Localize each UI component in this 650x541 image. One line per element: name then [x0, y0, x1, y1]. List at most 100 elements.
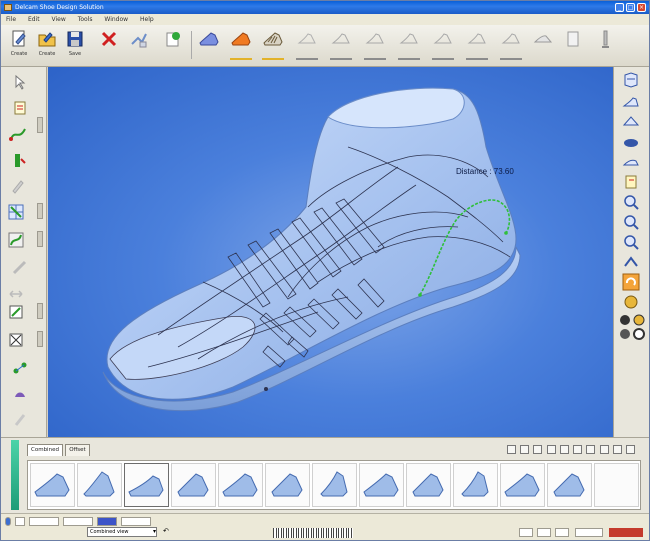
thumbnail[interactable]: [171, 463, 216, 507]
menu-file[interactable]: File: [1, 14, 21, 25]
view-mode-dropdown[interactable]: Combined view: [87, 527, 157, 537]
view-bottom-button[interactable]: [622, 153, 640, 171]
left-toolbar: [1, 67, 47, 437]
transform-button[interactable]: [125, 28, 153, 62]
shoe-view-9-button[interactable]: [463, 28, 491, 62]
node-tool-button[interactable]: [11, 359, 29, 377]
save-button-label: Save: [68, 51, 82, 57]
view-top-button[interactable]: [622, 113, 640, 131]
shoe-view-10-button[interactable]: [497, 28, 525, 62]
thumbnail-empty[interactable]: [594, 463, 639, 507]
undo-icon[interactable]: ↶: [163, 527, 173, 537]
shoe-view-1-button[interactable]: [195, 28, 223, 62]
panel-tool-7-icon[interactable]: [586, 445, 596, 454]
thumbnail[interactable]: [500, 463, 545, 507]
panel-tool-9-icon[interactable]: [612, 445, 622, 454]
panel-tool-3-icon[interactable]: [533, 445, 543, 454]
thumbnail[interactable]: [453, 463, 498, 507]
pencil-button[interactable]: [591, 28, 619, 62]
menu-view[interactable]: View: [47, 14, 71, 25]
view-tag-button[interactable]: [622, 173, 640, 191]
delete-x-icon: [101, 31, 117, 47]
new-sheet-button[interactable]: [11, 99, 29, 117]
spinner[interactable]: [37, 231, 43, 247]
thumbnail[interactable]: [265, 463, 310, 507]
menu-edit[interactable]: Edit: [23, 14, 45, 25]
zoom-fit-button[interactable]: [622, 233, 640, 251]
spinner[interactable]: [37, 303, 43, 319]
view-side-button[interactable]: [622, 93, 640, 111]
curve-edit-icon: [8, 232, 24, 248]
panel-tool-8-icon[interactable]: [599, 445, 609, 454]
curve-tool-button[interactable]: [9, 125, 27, 143]
minimize-button[interactable]: _: [615, 3, 624, 12]
view-iso-button[interactable]: [622, 133, 640, 151]
menu-help[interactable]: Help: [135, 14, 159, 25]
shoe-view-3-button[interactable]: [259, 28, 287, 62]
shoe-view-7-button[interactable]: [395, 28, 423, 62]
vertical-line-icon: [15, 154, 26, 167]
curve-edit-button[interactable]: [7, 231, 25, 249]
panel-tool-10-icon[interactable]: [626, 445, 635, 454]
thumbnail[interactable]: [312, 463, 357, 507]
refresh-button[interactable]: [159, 28, 187, 62]
tab-combined[interactable]: Combined: [27, 444, 63, 456]
shade-d-button[interactable]: [630, 325, 648, 343]
select-arrow-button[interactable]: [11, 73, 29, 91]
panel-tool-4-icon[interactable]: [546, 445, 556, 454]
thumbnail-selected[interactable]: [124, 463, 169, 507]
create-button[interactable]: Create: [5, 28, 33, 62]
shoe-view-11-button[interactable]: [529, 28, 557, 62]
sphere-button[interactable]: [622, 293, 640, 311]
open-button[interactable]: Create: [33, 28, 61, 62]
menu-tools[interactable]: Tools: [73, 14, 98, 25]
panel-tool-5-icon[interactable]: [559, 445, 569, 454]
shoe-view-8-button[interactable]: [429, 28, 457, 62]
zoom-out-button[interactable]: [622, 213, 640, 231]
tab-offset[interactable]: Offset: [65, 444, 90, 456]
zoom-in-button[interactable]: [622, 193, 640, 211]
thumbnail[interactable]: [359, 463, 404, 507]
arrows-button[interactable]: [7, 285, 25, 303]
pan-button[interactable]: [622, 253, 640, 271]
trim-button[interactable]: [7, 331, 25, 349]
thumbnail[interactable]: [30, 463, 75, 507]
panel-tool-1-icon[interactable]: [506, 445, 516, 454]
grid-select-button[interactable]: [7, 203, 25, 221]
maximize-button[interactable]: □: [626, 3, 635, 12]
line-tool-button[interactable]: [9, 151, 27, 169]
grid-select-icon: [8, 204, 24, 220]
shoe-thumb-icon: [461, 471, 489, 497]
shoe-view-6-button[interactable]: [361, 28, 389, 62]
shade-ring-icon: [633, 328, 645, 340]
disabled-tool-button[interactable]: [11, 411, 29, 429]
close-button[interactable]: ×: [637, 3, 646, 12]
shoe-view-4-button[interactable]: [293, 28, 321, 62]
cursor-arrow-icon: [15, 74, 26, 90]
menu-window[interactable]: Window: [99, 14, 133, 25]
disabled-tool-button[interactable]: [11, 259, 29, 277]
spinner[interactable]: [37, 203, 43, 219]
page-button[interactable]: [559, 28, 587, 62]
offset-button[interactable]: [7, 303, 25, 321]
thumbnail[interactable]: [218, 463, 263, 507]
pattern-tool-button[interactable]: [11, 385, 29, 403]
panel-tool-6-icon[interactable]: [573, 445, 583, 454]
thumbnail[interactable]: [406, 463, 451, 507]
thumbnail[interactable]: [547, 463, 592, 507]
3d-viewport[interactable]: Distance : 73.60: [48, 67, 613, 437]
shoe-view-2-button[interactable]: [227, 28, 255, 62]
shoe-model[interactable]: [48, 67, 613, 437]
delete-button[interactable]: [95, 28, 123, 62]
disabled-tool-button[interactable]: [9, 177, 27, 195]
shoe-thumb-icon: [363, 473, 399, 497]
thumbnail[interactable]: [77, 463, 122, 507]
view-front-button[interactable]: [622, 71, 640, 89]
spinner[interactable]: [37, 331, 43, 347]
save-button[interactable]: Save: [61, 28, 89, 62]
scroll-handle[interactable]: [37, 117, 43, 133]
rotate-button[interactable]: [622, 273, 640, 291]
shoe-view-5-button[interactable]: [327, 28, 355, 62]
panel-tool-2-icon[interactable]: [520, 445, 530, 454]
chevron-down-icon[interactable]: ▾: [153, 528, 161, 536]
